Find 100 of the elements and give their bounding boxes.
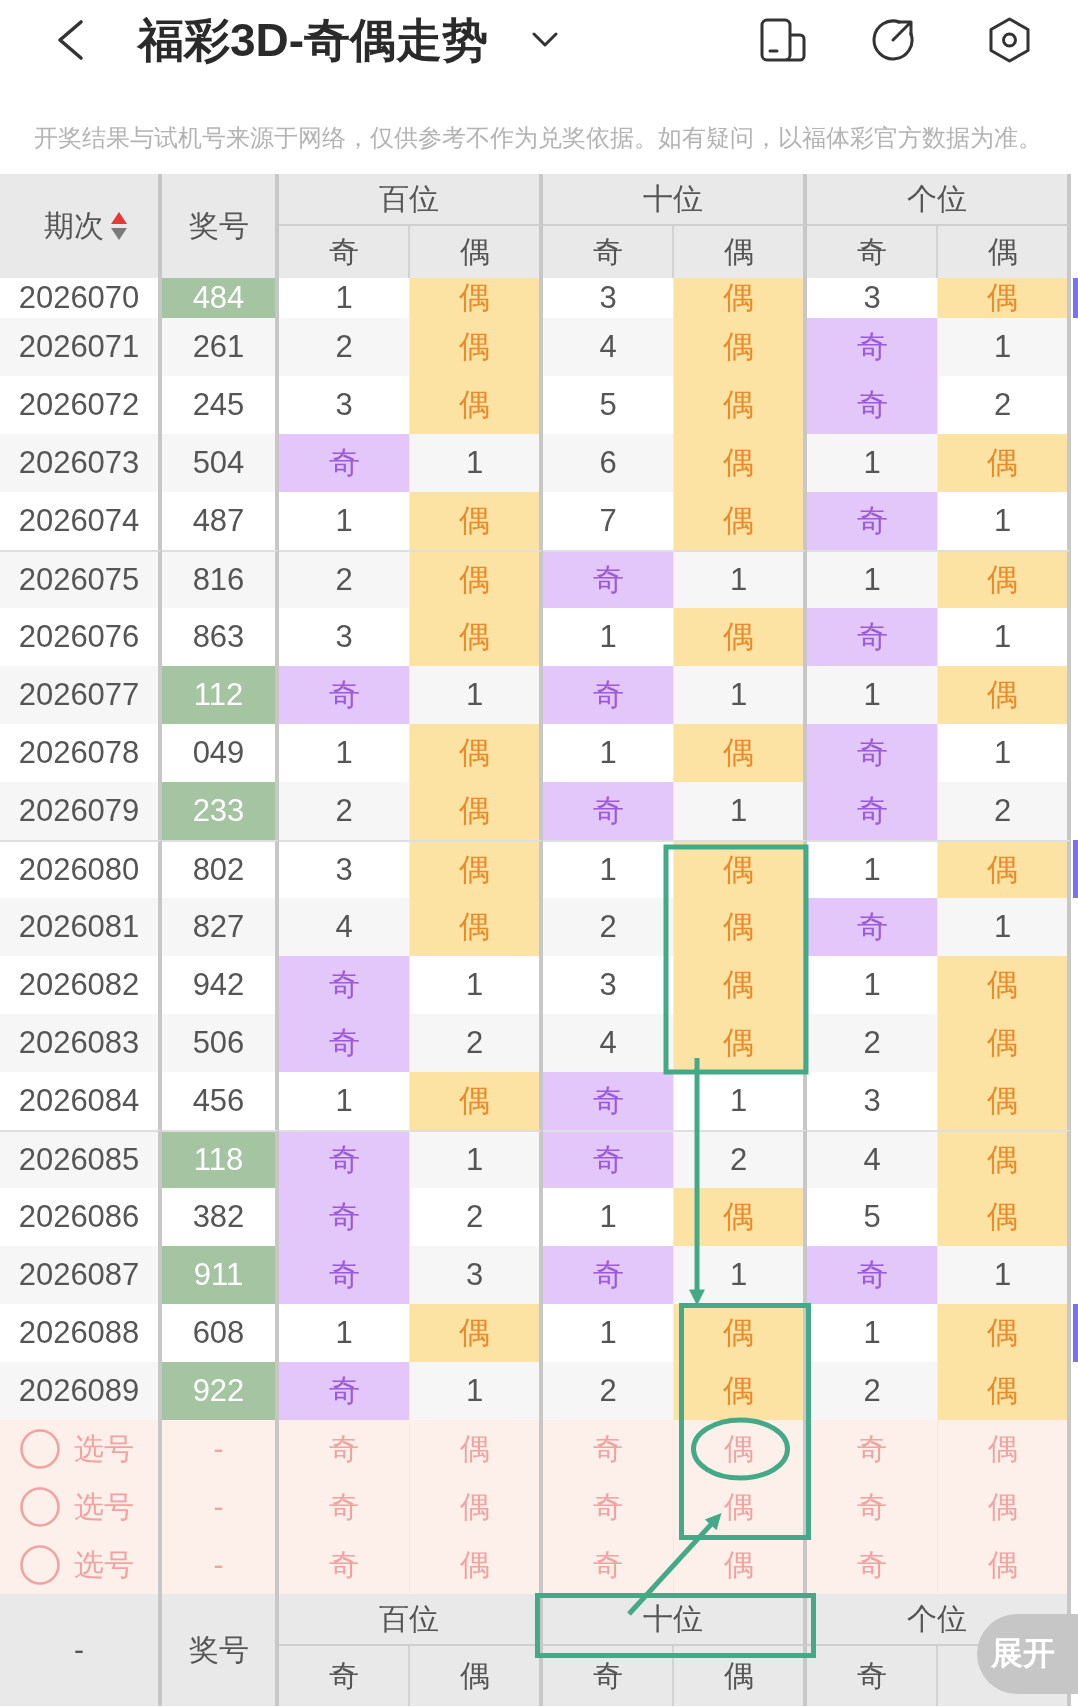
table-cell: 奇 bbox=[807, 492, 938, 550]
table-cell: 偶 bbox=[410, 318, 543, 376]
table-cell: 偶 bbox=[674, 608, 807, 666]
pick-number-cell: - bbox=[162, 1536, 279, 1594]
pick-option[interactable]: 选号 bbox=[0, 1478, 162, 1536]
table-cell: 奇 bbox=[807, 318, 938, 376]
table-cell: 奇 bbox=[543, 666, 674, 724]
table-cell: 偶 bbox=[674, 318, 807, 376]
number-cell: 802 bbox=[162, 840, 279, 898]
table-cell: 偶 bbox=[938, 666, 1071, 724]
dropdown-button[interactable] bbox=[532, 32, 559, 48]
pick-option[interactable]: 选号 bbox=[0, 1420, 162, 1478]
device-button[interactable] bbox=[760, 18, 806, 62]
table-cell: 4 bbox=[279, 898, 410, 956]
number-cell: 504 bbox=[162, 434, 279, 492]
issue-cell: 2026083 bbox=[0, 1014, 162, 1072]
table-cell: 1 bbox=[938, 1246, 1071, 1304]
number-cell: 118 bbox=[162, 1130, 279, 1188]
table-cell: 2 bbox=[543, 1362, 674, 1420]
number-cell: 827 bbox=[162, 898, 279, 956]
table-cell: 1 bbox=[674, 550, 807, 608]
share-button[interactable] bbox=[871, 18, 915, 62]
table-cell: 偶 bbox=[410, 608, 543, 666]
table-cell: 奇 bbox=[543, 1072, 674, 1130]
table-cell: 1 bbox=[410, 434, 543, 492]
table-cell: 2 bbox=[807, 1014, 938, 1072]
table-cell: 1 bbox=[674, 666, 807, 724]
table-cell: 偶 bbox=[410, 550, 543, 608]
number-cell: 506 bbox=[162, 1014, 279, 1072]
table-cell: 偶 bbox=[938, 1072, 1071, 1130]
pick-cell[interactable]: 奇 bbox=[807, 1536, 938, 1594]
table-cell: 奇 bbox=[807, 1246, 938, 1304]
table-cell: 偶 bbox=[410, 376, 543, 434]
table-cell: 奇 bbox=[279, 1130, 410, 1188]
settings-icon bbox=[987, 17, 1032, 63]
pick-cell[interactable]: 奇 bbox=[543, 1478, 674, 1536]
table-cell: 1 bbox=[674, 1246, 807, 1304]
table-cell: 3 bbox=[410, 1246, 543, 1304]
table-cell: 奇 bbox=[807, 782, 938, 840]
table-cell: 1 bbox=[410, 1362, 543, 1420]
pick-cell[interactable]: 偶 bbox=[938, 1478, 1071, 1536]
pick-cell[interactable]: 偶 bbox=[410, 1420, 543, 1478]
pick-option[interactable]: 选号 bbox=[0, 1536, 162, 1594]
table-cell: 偶 bbox=[410, 278, 543, 318]
group-header: 十位 bbox=[543, 174, 807, 226]
pick-cell[interactable]: 偶 bbox=[410, 1478, 543, 1536]
table-cell: 1 bbox=[807, 434, 938, 492]
table-cell: 2 bbox=[279, 318, 410, 376]
number-cell: 112 bbox=[162, 666, 279, 724]
pick-cell[interactable]: 奇 bbox=[279, 1420, 410, 1478]
table-cell: 奇 bbox=[279, 1246, 410, 1304]
table-cell: 奇 bbox=[807, 608, 938, 666]
pick-cell[interactable]: 奇 bbox=[543, 1536, 674, 1594]
column-header: 奇 bbox=[807, 226, 938, 278]
table-cell: 奇 bbox=[543, 782, 674, 840]
column-header: 奖号 bbox=[162, 174, 279, 278]
table-cell: 3 bbox=[279, 840, 410, 898]
pick-cell[interactable]: 偶 bbox=[410, 1536, 543, 1594]
table-cell: 4 bbox=[543, 1014, 674, 1072]
table-cell: 1 bbox=[807, 550, 938, 608]
table-cell: 奇 bbox=[279, 434, 410, 492]
issue-cell: 2026087 bbox=[0, 1246, 162, 1304]
table-cell: 4 bbox=[543, 318, 674, 376]
pick-cell[interactable]: 奇 bbox=[279, 1536, 410, 1594]
table-cell: 奇 bbox=[279, 1362, 410, 1420]
issue-cell: 2026079 bbox=[0, 782, 162, 840]
table-cell: 奇 bbox=[279, 1188, 410, 1246]
issue-cell: 2026077 bbox=[0, 666, 162, 724]
footer-header: 偶 bbox=[410, 1646, 543, 1706]
table-cell: 偶 bbox=[938, 1362, 1071, 1420]
pick-number-cell: - bbox=[162, 1420, 279, 1478]
settings-button[interactable] bbox=[987, 17, 1032, 63]
pick-cell[interactable]: 偶 bbox=[674, 1536, 807, 1594]
pick-number-cell: - bbox=[162, 1478, 279, 1536]
table-cell: 1 bbox=[807, 666, 938, 724]
disclaimer-text: 开奖结果与试机号来源于网络，仅供参考不作为兑奖依据。如有疑问，以福体彩官方数据为准。 bbox=[34, 124, 1042, 151]
pick-cell[interactable]: 偶 bbox=[938, 1536, 1071, 1594]
table-cell: 2 bbox=[543, 898, 674, 956]
issue-cell: 2026089 bbox=[0, 1362, 162, 1420]
table-cell: 偶 bbox=[410, 1072, 543, 1130]
table-cell: 偶 bbox=[674, 956, 807, 1014]
column-header: 偶 bbox=[410, 226, 543, 278]
pick-cell[interactable]: 偶 bbox=[938, 1420, 1071, 1478]
footer-header: 百位 bbox=[279, 1594, 543, 1646]
table-cell: 偶 bbox=[938, 1304, 1071, 1362]
table-cell: 1 bbox=[807, 840, 938, 898]
pick-cell[interactable]: 偶 bbox=[674, 1478, 807, 1536]
table-cell: 1 bbox=[938, 318, 1071, 376]
table-cell: 奇 bbox=[279, 956, 410, 1014]
pick-cell[interactable]: 奇 bbox=[279, 1478, 410, 1536]
back-button[interactable] bbox=[55, 19, 85, 61]
table-cell: 偶 bbox=[938, 434, 1071, 492]
column-header: 奇 bbox=[279, 226, 410, 278]
pick-cell[interactable]: 奇 bbox=[543, 1420, 674, 1478]
footer-header: - bbox=[0, 1594, 162, 1706]
expand-button[interactable]: 展开 bbox=[977, 1614, 1078, 1694]
back-icon bbox=[55, 19, 85, 61]
table-cell: 偶 bbox=[938, 1014, 1071, 1072]
column-header[interactable]: 期次 bbox=[0, 174, 162, 278]
footer-header: 奖号 bbox=[162, 1594, 279, 1706]
